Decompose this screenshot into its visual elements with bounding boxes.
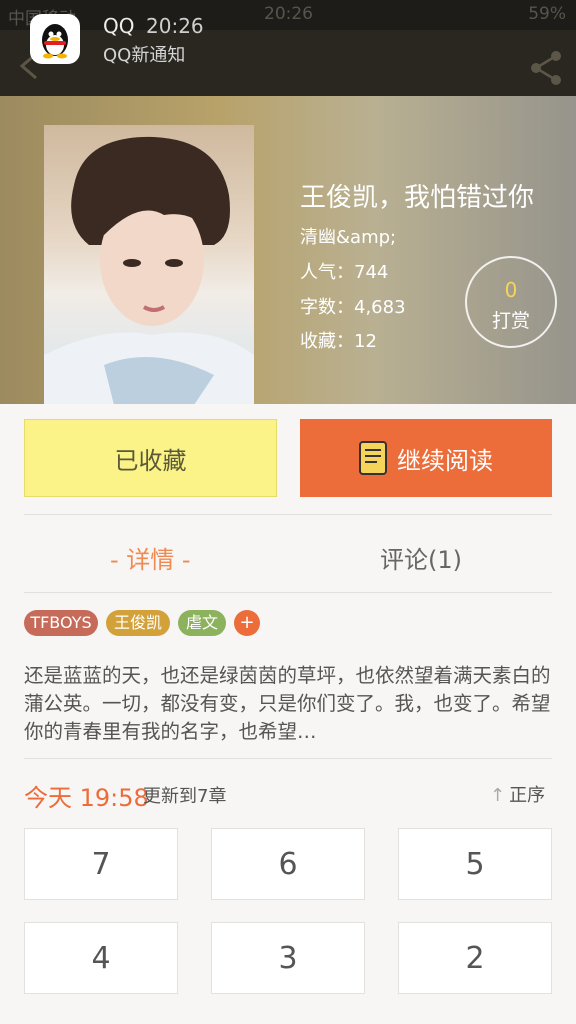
update-text: 更新到7章	[143, 786, 227, 807]
tab-comments[interactable]: 评论(1)	[380, 540, 462, 575]
book-title: 王俊凯，我怕错过你	[300, 183, 535, 213]
update-time: 今天 19:58	[24, 784, 149, 812]
divider	[24, 592, 552, 593]
book-header: 王俊凯，我怕错过你 清幽&amp; 人气：744 字数：4,683 收藏：12 …	[0, 96, 576, 404]
tag-tfboys[interactable]: TFBOYS	[24, 610, 98, 636]
notification-text: QQ新通知	[103, 45, 186, 66]
tab-detail[interactable]: - 详情 -	[110, 540, 191, 575]
chapter-button[interactable]: 7	[24, 828, 178, 900]
book-word-count: 字数：4,683	[300, 297, 406, 318]
chapter-button[interactable]: 6	[211, 828, 365, 900]
add-tag-button[interactable]: +	[234, 610, 260, 636]
chapter-button[interactable]: 3	[211, 922, 365, 994]
favorited-button[interactable]: 已收藏	[24, 419, 277, 497]
tag-wangjunkai[interactable]: 王俊凯	[106, 610, 170, 636]
tag-nuewen[interactable]: 虐文	[178, 610, 226, 636]
chapter-button[interactable]: 4	[24, 922, 178, 994]
book-description[interactable]: 还是蓝蓝的天，也还是绿茵茵的草坪，也依然望着满天素白的蒲公英。一切，都没有变，只…	[24, 662, 552, 746]
continue-reading-label: 继续阅读	[397, 446, 493, 475]
tip-button[interactable]: 0 打赏	[465, 256, 557, 348]
book-cover-image[interactable]	[44, 125, 254, 404]
chapter-button[interactable]: 5	[398, 828, 552, 900]
book-favorites: 收藏：12	[300, 331, 377, 352]
book-author[interactable]: 清幽&amp;	[300, 223, 396, 249]
book-icon	[359, 441, 387, 475]
sort-arrow-icon: ↑	[490, 785, 506, 806]
qq-notification[interactable]: QQ 20:26 QQ新通知	[0, 0, 576, 96]
divider	[24, 514, 552, 515]
divider	[24, 758, 552, 759]
favorited-label: 已收藏	[114, 446, 187, 475]
notification-app-name: QQ	[103, 14, 135, 38]
continue-reading-button[interactable]: 继续阅读	[300, 419, 552, 497]
sort-button[interactable]: ↑ 正序	[490, 781, 545, 807]
book-popularity: 人气：744	[300, 262, 389, 283]
notification-time: 20:26	[146, 14, 204, 38]
chapter-button[interactable]: 2	[398, 922, 552, 994]
sort-label: 正序	[509, 785, 546, 806]
qq-logo-icon	[30, 14, 80, 64]
tip-count: 0	[504, 278, 518, 302]
tip-label: 打赏	[491, 310, 530, 332]
